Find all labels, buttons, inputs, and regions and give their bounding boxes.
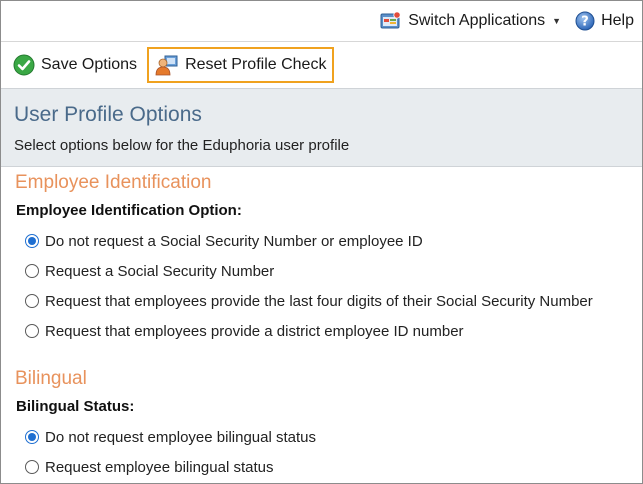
top-bar: Switch Applications ▼ ? Help (1, 1, 642, 42)
section-title-employee-identification: Employee Identification (15, 172, 212, 193)
radio-option-request-bilingual-status[interactable]: Request employee bilingual status (14, 452, 629, 482)
switch-applications-label: Switch Applications (408, 12, 546, 29)
radio-button[interactable] (25, 460, 39, 474)
radio-option-no-ssn-or-id[interactable]: Do not request a Social Security Number … (14, 226, 629, 256)
save-options-button[interactable]: Save Options (9, 47, 141, 83)
radio-button-checked[interactable] (25, 430, 39, 444)
radio-option-label: Request that employees provide a distric… (45, 322, 464, 340)
chevron-down-icon: ▼ (552, 16, 562, 26)
options-content: Employee Identification Employee Identif… (1, 172, 642, 482)
reset-profile-check-label: Reset Profile Check (185, 56, 327, 73)
radio-button-checked[interactable] (25, 234, 39, 248)
bilingual-status-label: Bilingual Status: (16, 398, 135, 415)
user-reset-icon (155, 54, 179, 76)
employee-identification-option-label: Employee Identification Option: (16, 202, 242, 219)
radio-option-label: Do not request a Social Security Number … (45, 232, 423, 250)
radio-button[interactable] (25, 294, 39, 308)
switch-applications-icon (380, 11, 402, 31)
radio-option-last-four-ssn[interactable]: Request that employees provide the last … (14, 286, 629, 316)
section-title-bilingual: Bilingual (15, 368, 87, 389)
checkmark-icon (13, 54, 35, 76)
page-subtitle: Select options below for the Eduphoria u… (14, 137, 350, 154)
switch-applications-menu[interactable]: Switch Applications ▼ (380, 11, 561, 31)
radio-button[interactable] (25, 264, 39, 278)
save-options-label: Save Options (41, 56, 138, 73)
app-window: Switch Applications ▼ ? Help Save Option… (0, 0, 643, 484)
toolbar: Save Options Reset Profile Check (1, 42, 642, 89)
radio-option-district-employee-id[interactable]: Request that employees provide a distric… (14, 316, 629, 346)
radio-option-label: Request employee bilingual status (45, 458, 274, 476)
radio-option-label: Do not request employee bilingual status (45, 428, 316, 446)
page-title: User Profile Options (14, 103, 202, 126)
radio-button[interactable] (25, 324, 39, 338)
svg-text:?: ? (581, 15, 589, 30)
page-header: User Profile Options Select options belo… (1, 89, 642, 167)
radio-option-no-bilingual-status[interactable]: Do not request employee bilingual status (14, 422, 629, 452)
radio-option-request-ssn[interactable]: Request a Social Security Number (14, 256, 629, 286)
reset-profile-check-button[interactable]: Reset Profile Check (147, 47, 335, 83)
help-label: Help (601, 12, 634, 29)
help-link[interactable]: ? Help (575, 11, 634, 31)
radio-option-label: Request a Social Security Number (45, 262, 275, 280)
help-icon: ? (575, 11, 595, 31)
radio-option-label: Request that employees provide the last … (45, 292, 593, 310)
